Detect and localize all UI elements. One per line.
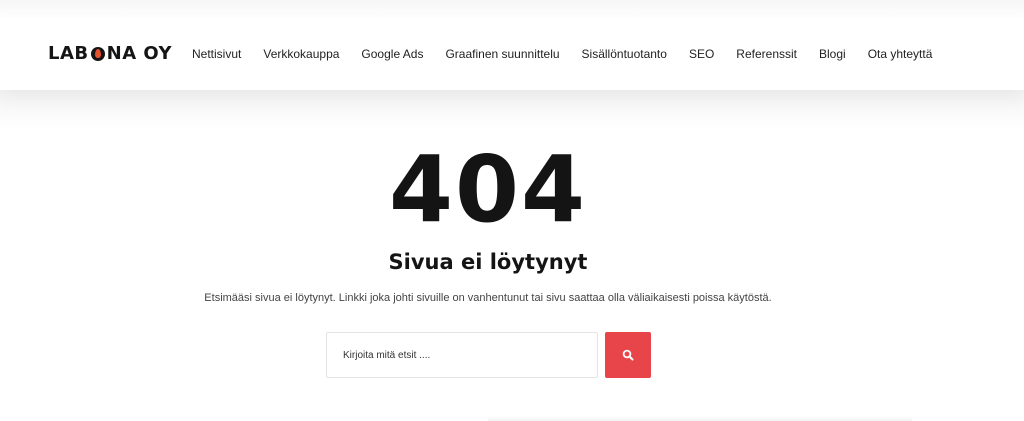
nav-item-nettisivut[interactable]: Nettisivut xyxy=(192,47,241,61)
page: LAB NA OY Nettisivut Verkkokauppa Google … xyxy=(0,0,1024,421)
site-header: LAB NA OY Nettisivut Verkkokauppa Google … xyxy=(0,18,1024,90)
error-description: Etsimääsi sivua ei löytynyt. Linkki joka… xyxy=(204,292,772,304)
nav-item-ota-yhteytta[interactable]: Ota yhteyttä xyxy=(868,47,933,61)
search-button[interactable] xyxy=(605,332,651,378)
nav-item-referenssit[interactable]: Referenssit xyxy=(736,47,797,61)
nav-item-sisallontuotanto[interactable]: Sisällöntuotanto xyxy=(582,47,667,61)
header-shadow-band xyxy=(0,90,1024,130)
search-form xyxy=(326,332,652,378)
footer-edge xyxy=(488,416,912,421)
flame-icon xyxy=(90,46,106,62)
main-nav: Nettisivut Verkkokauppa Google Ads Graaf… xyxy=(192,47,932,61)
search-input[interactable] xyxy=(326,332,598,378)
nav-item-seo[interactable]: SEO xyxy=(689,47,714,61)
nav-item-blogi[interactable]: Blogi xyxy=(819,47,846,61)
error-code: 404 xyxy=(388,136,588,243)
nav-item-verkkokauppa[interactable]: Verkkokauppa xyxy=(263,47,339,61)
nav-item-google-ads[interactable]: Google Ads xyxy=(361,47,423,61)
search-icon xyxy=(622,349,634,361)
page-title: Sivua ei löytynyt xyxy=(388,250,588,274)
site-logo[interactable]: LAB NA OY xyxy=(48,43,172,64)
logo-text-start: LAB xyxy=(48,43,89,64)
nav-item-graafinen-suunnittelu[interactable]: Graafinen suunnittelu xyxy=(445,47,559,61)
logo-text-end: NA OY xyxy=(106,43,173,64)
top-strip xyxy=(0,0,1024,18)
